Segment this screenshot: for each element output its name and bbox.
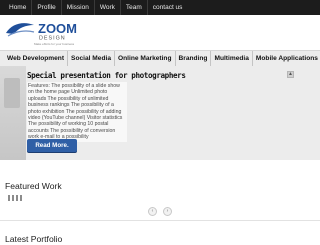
nav-home[interactable]: Home <box>4 0 31 15</box>
next-page-icon[interactable]: › <box>163 207 172 216</box>
cat-web-development[interactable]: Web Development <box>4 51 67 67</box>
cat-online-marketing[interactable]: Online Marketing <box>114 51 175 67</box>
slide-description: Features: The possibility of a slide sho… <box>27 82 127 142</box>
thumbnail[interactable] <box>16 195 18 201</box>
svg-text:DESIGN: DESIGN <box>39 36 66 42</box>
latest-portfolio-heading: Latest Portfolio <box>5 234 63 244</box>
slide-title: Special presentation for photographers <box>27 71 186 80</box>
svg-text:Make efforts for your business: Make efforts for your business <box>34 42 75 46</box>
top-nav-items: Home Profile Mission Work Team contact u… <box>4 0 187 15</box>
section-divider <box>0 220 320 221</box>
featured-work-thumbnails <box>8 195 22 201</box>
logo-graphic: ZOOM DESIGN Make efforts for your busine… <box>6 21 77 46</box>
thumbnail[interactable] <box>8 195 10 201</box>
cat-mobile-applications[interactable]: Mobile Applications <box>251 51 320 67</box>
cat-multimedia[interactable]: Multimedia <box>210 51 251 67</box>
prev-page-icon[interactable]: ‹ <box>148 207 157 216</box>
svg-text:ZOOM: ZOOM <box>38 21 77 36</box>
featured-work-heading: Featured Work <box>5 181 62 191</box>
category-nav-items: Web Development Social Media Online Mark… <box>4 51 320 67</box>
nav-work[interactable]: Work <box>93 0 120 15</box>
up-arrow-icon[interactable]: ▲ <box>287 71 294 78</box>
thumbnail[interactable] <box>20 195 22 201</box>
nav-team[interactable]: Team <box>119 0 147 15</box>
nav-contact-us[interactable]: contact us <box>146 0 188 15</box>
nav-profile[interactable]: Profile <box>31 0 60 15</box>
cat-social-media[interactable]: Social Media <box>67 51 114 67</box>
slide-image <box>0 66 26 160</box>
read-more-button[interactable]: Read More. <box>27 139 77 152</box>
nav-mission[interactable]: Mission <box>60 0 94 15</box>
thumbnail[interactable] <box>12 195 14 201</box>
cat-branding[interactable]: Branding <box>174 51 211 67</box>
zoom-design-logo[interactable]: ZOOM DESIGN Make efforts for your busine… <box>4 19 84 47</box>
top-nav: Home Profile Mission Work Team contact u… <box>0 0 320 15</box>
